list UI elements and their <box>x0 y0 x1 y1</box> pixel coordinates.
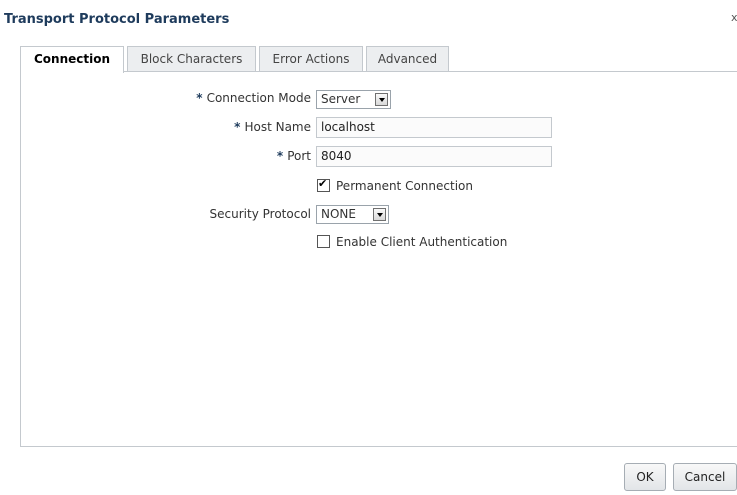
required-marker: * <box>234 120 241 134</box>
enable-client-auth-label: Enable Client Authentication <box>336 235 508 249</box>
cancel-button[interactable]: Cancel <box>673 463 737 491</box>
enable-client-auth-checkbox[interactable] <box>317 235 330 248</box>
host-name-field[interactable]: localhost <box>316 117 552 138</box>
ok-button[interactable]: OK <box>624 463 666 491</box>
tab-block-characters[interactable]: Block Characters <box>127 46 256 71</box>
tab-connection[interactable]: Connection <box>20 46 124 73</box>
connection-mode-value: Server <box>321 92 361 106</box>
security-protocol-select[interactable]: NONE <box>316 205 389 224</box>
required-marker: * <box>196 91 203 105</box>
dropdown-arrow-icon[interactable] <box>373 208 386 221</box>
permanent-connection-checkbox[interactable] <box>317 177 330 192</box>
dialog-title: Transport Protocol Parameters <box>4 12 230 27</box>
dropdown-arrow-icon[interactable] <box>375 93 388 106</box>
host-name-label: * Host Name <box>234 120 311 134</box>
permanent-connection-label: Permanent Connection <box>336 179 473 193</box>
tab-advanced[interactable]: Advanced <box>366 46 449 71</box>
port-field[interactable]: 8040 <box>316 146 552 167</box>
security-protocol-label: Security Protocol <box>209 207 311 221</box>
close-icon[interactable]: x <box>731 11 737 24</box>
connection-mode-label: * Connection Mode <box>196 91 311 105</box>
security-protocol-value: NONE <box>321 207 356 221</box>
connection-mode-select[interactable]: Server <box>316 90 391 109</box>
port-label: * Port <box>276 149 311 163</box>
tab-error-actions[interactable]: Error Actions <box>259 46 363 71</box>
required-marker: * <box>276 149 284 163</box>
